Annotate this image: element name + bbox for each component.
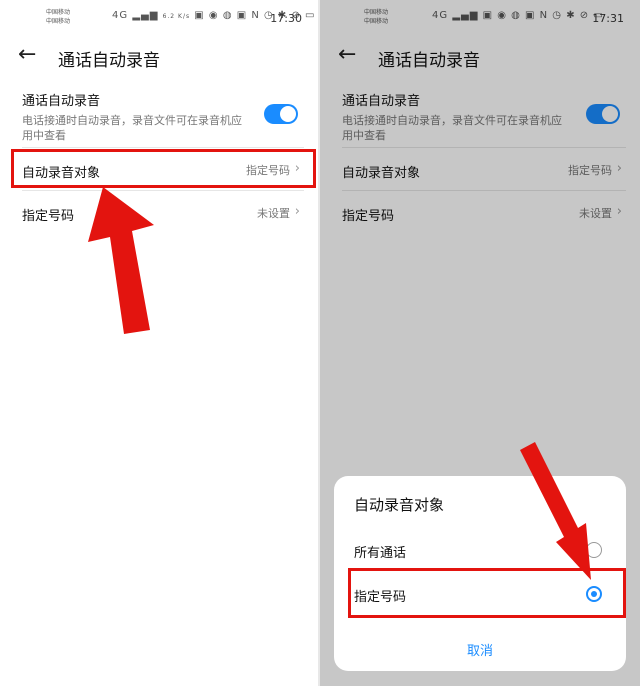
red-arrow-annotation [88,187,154,334]
right-screen: 中国移动 中国移动 4G ▂▄▆ ▣ ◉ ◍ ▣ N ◷ ✱ ⊘ ▭ 17:31… [320,0,640,686]
left-screen: 中国移动 中国移动 4G ▂▄▆ 6.2 K/s ▣ ◉ ◍ ▣ N ◷ ✱ ⊘… [0,0,318,686]
red-arrow-annotation [520,442,591,580]
